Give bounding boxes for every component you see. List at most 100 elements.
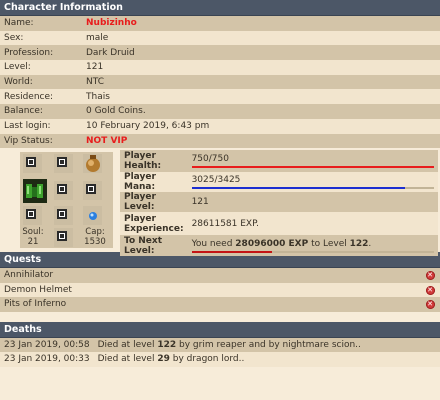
death-description: Died at level 29 by dragon lord.. — [93, 352, 440, 367]
death-row: 23 Jan 2019, 00:33 Died at level 29 by d… — [0, 352, 440, 367]
level-value: 121 — [187, 192, 438, 213]
next-level-prefix: You need — [191, 238, 236, 249]
stat-row-experience: Player Experience: 28611581 EXP. — [120, 212, 438, 236]
ring-slot[interactable] — [23, 206, 42, 226]
next-level-suffix: . — [368, 238, 372, 249]
weapon-slot[interactable] — [23, 179, 47, 204]
deaths-header: Deaths — [0, 321, 440, 338]
stat-row-health: Player Health: 750/750 — [120, 150, 438, 173]
info-value: Dark Druid — [82, 45, 440, 61]
character-info-table: Name: Nubizinho Sex: male Profession: Da… — [0, 16, 440, 149]
death-text: Died at level — [97, 339, 158, 350]
info-label: Last login: — [0, 118, 82, 134]
quest-row: Pits of Inferno ✕ — [0, 297, 440, 312]
cap-indicator: Cap: 1530 — [80, 227, 110, 247]
quests-table: Annihilator ✕ Demon Helmet ✕ Pits of Inf… — [0, 268, 440, 312]
orb-icon — [89, 212, 97, 221]
ammo-slot[interactable] — [83, 206, 102, 226]
death-text: by dragon lord.. — [169, 354, 245, 365]
empty-slot-icon — [57, 231, 67, 242]
death-date: 23 Jan 2019, 00:33 — [0, 352, 94, 367]
info-value: 0 Gold Coins. — [82, 104, 440, 119]
mana-value: 3025/3425 — [191, 175, 241, 186]
section-spacer — [0, 311, 440, 322]
stat-row-mana: Player Mana: 3025/3425 — [120, 172, 438, 193]
quest-name: Annihilator — [0, 268, 420, 283]
health-bar — [191, 166, 434, 169]
shield-slot[interactable] — [83, 181, 102, 201]
vip-status-value: NOT VIP — [82, 133, 440, 149]
quest-name: Demon Helmet — [0, 282, 420, 298]
soul-indicator: Soul: 21 — [22, 227, 44, 247]
amulet-slot[interactable] — [23, 154, 42, 174]
info-row-vip-status: Vip Status: NOT VIP — [0, 133, 440, 149]
info-row-level: Level: 121 — [0, 60, 440, 75]
x-circle-icon: ✕ — [425, 285, 435, 295]
info-value: 121 — [82, 60, 440, 75]
info-value: NTC — [82, 74, 440, 90]
info-label: Profession: — [0, 45, 82, 61]
x-circle-icon: ✕ — [425, 271, 435, 281]
helmet-slot[interactable] — [54, 154, 73, 174]
quest-row: Demon Helmet ✕ — [0, 282, 440, 298]
info-label: Vip Status: — [0, 133, 82, 149]
mana-label: Player Mana: — [120, 172, 188, 193]
info-value: Thais — [82, 89, 440, 105]
info-row-world: World: NTC — [0, 74, 440, 90]
mana-bar — [191, 187, 434, 190]
stat-row-next-level: To Next Level: You need 28096000 EXP to … — [120, 235, 438, 257]
health-cell: 750/750 — [187, 150, 438, 173]
mana-bar-fill — [191, 187, 405, 190]
x-circle-icon: ✕ — [425, 300, 435, 310]
quest-status: ✕ — [420, 297, 440, 312]
health-bar-fill — [191, 166, 434, 169]
info-label: Sex: — [0, 30, 82, 46]
empty-slot-icon — [57, 157, 67, 168]
info-value: 10 February 2019, 6:43 pm — [82, 118, 440, 134]
next-level-cell: You need 28096000 EXP to Level 122. — [187, 235, 438, 257]
death-date: 23 Jan 2019, 00:58 — [0, 337, 94, 353]
info-row-balance: Balance: 0 Gold Coins. — [0, 104, 440, 119]
death-row: 23 Jan 2019, 00:58 Died at level 122 by … — [0, 337, 440, 353]
backpack-slot[interactable] — [83, 154, 102, 174]
empty-slot-icon — [57, 184, 67, 195]
character-info-header: Character Information — [0, 0, 440, 16]
info-row-name: Name: Nubizinho — [0, 16, 440, 31]
info-label: Level: — [0, 60, 82, 75]
next-level-bar-fill — [191, 250, 272, 253]
stat-row-level: Player Level: 121 — [120, 192, 438, 213]
armor-slot[interactable] — [54, 181, 73, 201]
character-panel: Soul: 21 Cap: 1530 Player Health: 750/75… — [0, 148, 440, 257]
experience-label: Player Experience: — [120, 212, 188, 236]
armor-icon — [23, 179, 47, 204]
info-label: World: — [0, 74, 82, 90]
next-level-label: To Next Level: — [120, 235, 188, 257]
next-level-text: You need 28096000 EXP to Level 122. — [192, 239, 434, 249]
death-text: by grim reaper and by nightmare scion.. — [176, 339, 361, 350]
death-text: Died at level — [97, 354, 158, 365]
health-label: Player Health: — [120, 150, 188, 173]
quest-row: Annihilator ✕ — [0, 268, 440, 283]
info-value: male — [82, 30, 440, 46]
info-row-residence: Residence: Thais — [0, 89, 440, 105]
next-level-bar — [191, 250, 434, 253]
boots-slot[interactable] — [54, 228, 73, 248]
mana-cell: 3025/3425 — [187, 172, 438, 193]
deaths-table: 23 Jan 2019, 00:58 Died at level 122 by … — [0, 337, 440, 367]
bag-icon — [86, 155, 100, 173]
soul-value: 21 — [27, 237, 39, 248]
health-value: 750/750 — [191, 154, 229, 165]
info-row-sex: Sex: male — [0, 30, 440, 46]
death-description: Died at level 122 by grim reaper and by … — [93, 337, 440, 353]
empty-slot-icon — [57, 209, 67, 220]
legs-slot[interactable] — [54, 206, 73, 226]
player-stats-table: Player Health: 750/750 Player Mana: 3025… — [120, 150, 438, 257]
soul-label: Soul: — [22, 227, 44, 238]
next-level-exp: 28096000 EXP — [235, 238, 309, 249]
cap-value: 1530 — [84, 237, 106, 248]
info-label: Balance: — [0, 104, 82, 119]
next-level-number: 122 — [349, 238, 369, 249]
character-name: Nubizinho — [82, 16, 440, 31]
empty-slot-icon — [86, 184, 96, 195]
info-row-last-login: Last login: 10 February 2019, 6:43 pm — [0, 118, 440, 134]
